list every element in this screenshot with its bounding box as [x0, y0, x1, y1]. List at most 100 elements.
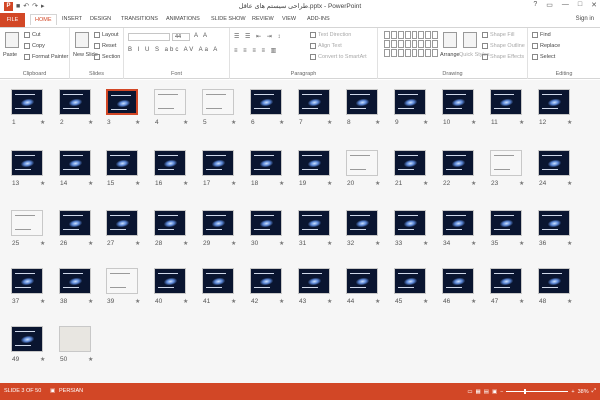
slide-thumbnail[interactable] [490, 268, 522, 294]
new-slide-icon[interactable] [75, 32, 89, 48]
maximize-icon[interactable]: □ [578, 1, 582, 9]
slide-thumbnail[interactable] [250, 89, 282, 115]
layout-button[interactable]: Layout [94, 32, 119, 38]
shape-icon[interactable] [384, 31, 390, 39]
slide-thumbnail[interactable] [490, 150, 522, 176]
list-buttons[interactable]: ☰ ☰ ⇤ ⇥ ↕ [234, 33, 282, 40]
text-direction-button[interactable]: Text Direction [310, 32, 351, 38]
shape-icon[interactable] [432, 40, 438, 48]
reading-view-icon[interactable]: ▤ [484, 389, 489, 395]
animation-star-icon[interactable]: ★ [471, 119, 476, 126]
animation-star-icon[interactable]: ★ [135, 240, 140, 247]
slide-thumbnail[interactable] [250, 210, 282, 236]
slide-thumbnail[interactable] [106, 210, 138, 236]
slide-thumbnail[interactable] [394, 89, 426, 115]
animation-star-icon[interactable]: ★ [183, 180, 188, 187]
slide-thumbnail[interactable] [298, 89, 330, 115]
help-icon[interactable]: ? [533, 1, 537, 9]
shape-icon[interactable] [425, 40, 432, 48]
animation-star-icon[interactable]: ★ [327, 298, 332, 305]
tab-transitions[interactable]: TRANSITIONS [121, 16, 158, 22]
fit-to-window-icon[interactable]: ⤢ [592, 388, 596, 395]
shape-icon[interactable] [390, 31, 397, 39]
animation-star-icon[interactable]: ★ [40, 298, 45, 305]
quick-styles-icon[interactable] [463, 32, 477, 48]
paste-button[interactable]: Paste [3, 52, 17, 58]
slide-thumbnail[interactable] [11, 326, 43, 352]
animation-star-icon[interactable]: ★ [279, 240, 284, 247]
animation-star-icon[interactable]: ★ [567, 298, 572, 305]
animation-star-icon[interactable]: ★ [88, 240, 93, 247]
slide-thumbnail[interactable] [298, 268, 330, 294]
animation-star-icon[interactable]: ★ [471, 180, 476, 187]
slide-thumbnail[interactable] [490, 89, 522, 115]
animation-star-icon[interactable]: ★ [135, 180, 140, 187]
animation-star-icon[interactable]: ★ [519, 180, 524, 187]
slide-thumbnail[interactable] [11, 210, 43, 236]
slide-thumbnail[interactable] [202, 89, 234, 115]
language-status[interactable]: PERSIAN [59, 388, 83, 394]
slide-thumbnail[interactable] [59, 326, 91, 352]
section-button[interactable]: Section [94, 54, 120, 60]
animation-star-icon[interactable]: ★ [183, 240, 188, 247]
slide-thumbnail[interactable] [59, 89, 91, 115]
animation-star-icon[interactable]: ★ [279, 119, 284, 126]
shape-icon[interactable] [432, 31, 438, 39]
animation-star-icon[interactable]: ★ [88, 180, 93, 187]
slide-thumbnail[interactable] [394, 210, 426, 236]
slide-thumbnail[interactable] [11, 89, 43, 115]
slide-thumbnail[interactable] [442, 89, 474, 115]
slide-thumbnail[interactable] [250, 150, 282, 176]
slide-thumbnail[interactable] [202, 150, 234, 176]
shape-icon[interactable] [418, 40, 425, 48]
animation-star-icon[interactable]: ★ [231, 298, 236, 305]
tab-home[interactable]: HOME [30, 14, 57, 25]
slide-thumbnail[interactable] [154, 150, 186, 176]
animation-star-icon[interactable]: ★ [519, 119, 524, 126]
find-button[interactable]: Find [532, 32, 551, 38]
format-painter-button[interactable]: Format Painter [24, 54, 68, 60]
shape-fill-button[interactable]: Shape Fill [482, 32, 514, 38]
animation-star-icon[interactable]: ★ [567, 119, 572, 126]
animation-star-icon[interactable]: ★ [519, 298, 524, 305]
shape-icon[interactable] [397, 40, 404, 48]
animation-star-icon[interactable]: ★ [88, 298, 93, 305]
animation-star-icon[interactable]: ★ [231, 180, 236, 187]
slide-thumbnail[interactable] [11, 268, 43, 294]
slide-thumbnail[interactable] [106, 268, 138, 294]
zoom-in-icon[interactable]: + [571, 389, 574, 395]
animation-star-icon[interactable]: ★ [279, 298, 284, 305]
slide-thumbnail[interactable] [154, 89, 186, 115]
slide-thumbnail[interactable] [346, 268, 378, 294]
animation-star-icon[interactable]: ★ [279, 180, 284, 187]
zoom-slider-knob[interactable] [524, 389, 527, 394]
slide-thumbnail[interactable] [538, 268, 570, 294]
select-button[interactable]: Select [532, 54, 555, 60]
slide-thumbnail[interactable] [106, 150, 138, 176]
shape-icon[interactable] [404, 49, 411, 57]
shape-icon[interactable] [397, 31, 404, 39]
animation-star-icon[interactable]: ★ [183, 119, 188, 126]
slide-thumbnail[interactable] [490, 210, 522, 236]
zoom-level[interactable]: 38% [578, 389, 589, 395]
slide-thumbnail[interactable] [394, 150, 426, 176]
shapes-gallery[interactable] [384, 31, 438, 61]
animation-star-icon[interactable]: ★ [40, 240, 45, 247]
animation-star-icon[interactable]: ★ [423, 298, 428, 305]
slide-thumbnail[interactable] [538, 89, 570, 115]
tab-design[interactable]: DESIGN [90, 16, 111, 22]
slide-thumbnail[interactable] [538, 210, 570, 236]
animation-star-icon[interactable]: ★ [423, 240, 428, 247]
animation-star-icon[interactable]: ★ [327, 119, 332, 126]
animation-star-icon[interactable]: ★ [423, 180, 428, 187]
align-text-button[interactable]: Align Text [310, 43, 342, 49]
shape-icon[interactable] [390, 49, 397, 57]
slide-thumbnail[interactable] [250, 268, 282, 294]
animation-star-icon[interactable]: ★ [375, 298, 380, 305]
shape-icon[interactable] [384, 40, 390, 48]
close-icon[interactable]: ✕ [591, 1, 597, 9]
slide-thumbnail[interactable] [346, 150, 378, 176]
arrange-button[interactable]: Arrange [440, 52, 460, 58]
slide-thumbnail[interactable] [442, 150, 474, 176]
slide-thumbnail[interactable] [202, 268, 234, 294]
